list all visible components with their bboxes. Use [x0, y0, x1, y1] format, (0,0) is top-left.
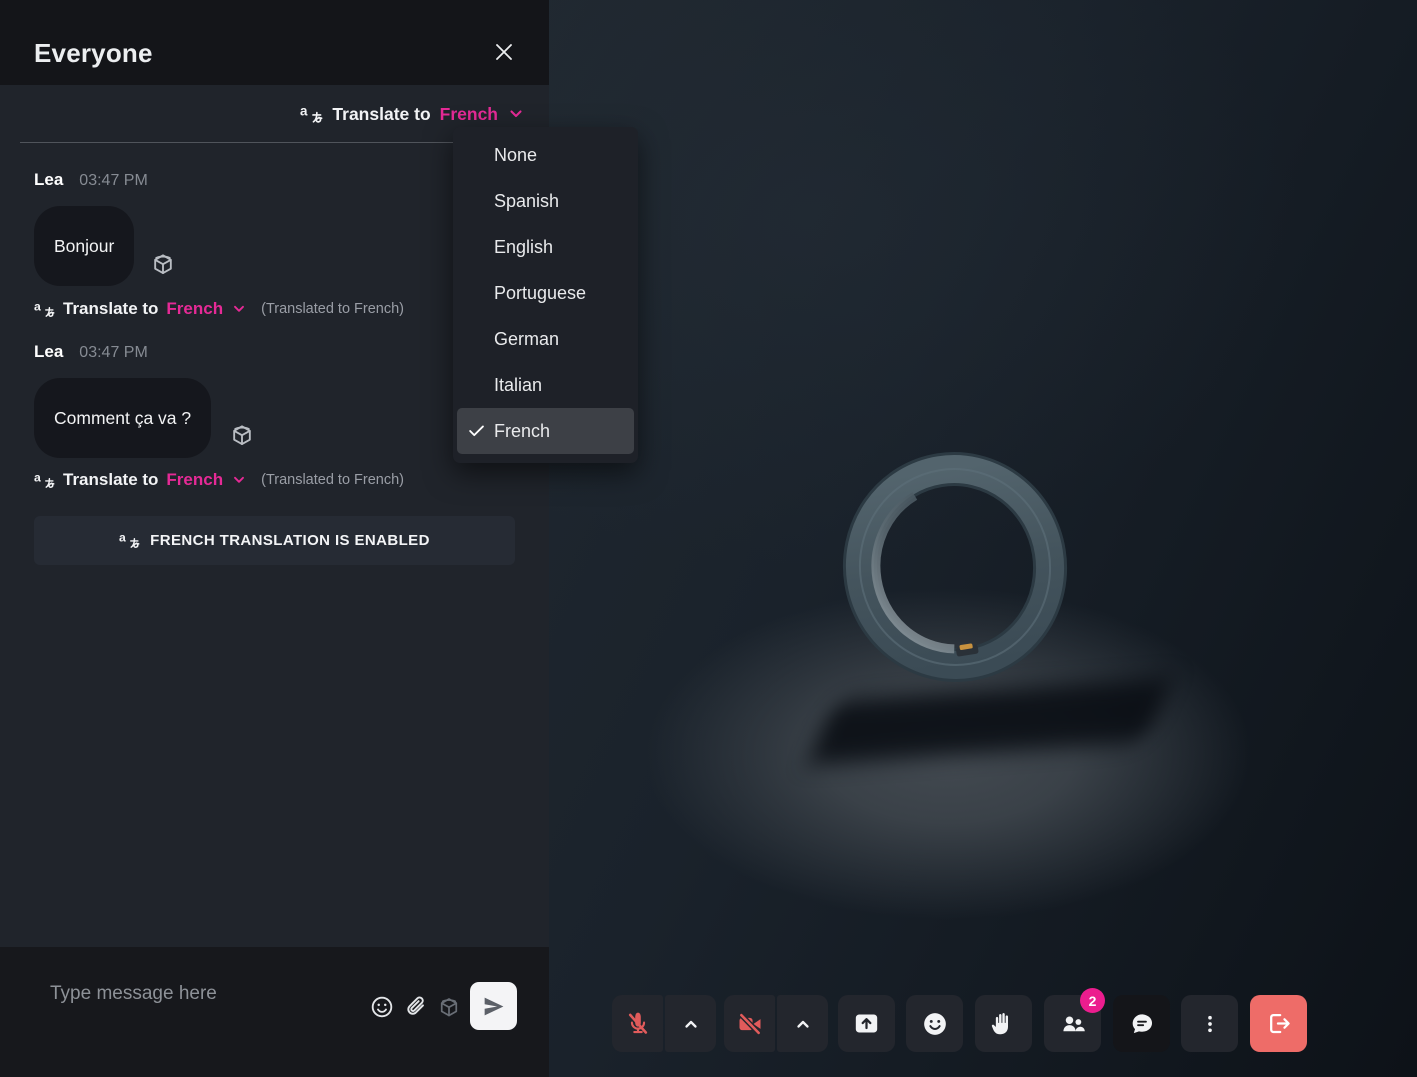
- language-option-label: French: [494, 421, 550, 442]
- view-in-3d-button[interactable]: [228, 421, 256, 449]
- message-bubble: Bonjour: [34, 206, 134, 286]
- message-translate-control[interactable]: Translate to French (Translated to Frenc…: [34, 297, 404, 321]
- paperclip-icon: [404, 994, 430, 1020]
- translate-icon: [34, 470, 55, 491]
- scene-viewport[interactable]: [549, 0, 1417, 1077]
- translate-to-label: Translate to: [63, 299, 158, 319]
- participants-count-badge: 2: [1080, 988, 1105, 1013]
- camera-muted-icon: [736, 1010, 764, 1038]
- message-meta: Lea 03:47 PM: [34, 170, 148, 190]
- translate-icon: [34, 299, 55, 320]
- language-menu: None Spanish English Portuguese German I…: [453, 127, 638, 463]
- leave-call-button[interactable]: [1250, 995, 1307, 1052]
- language-option-label: English: [494, 237, 553, 258]
- mic-control: [612, 995, 716, 1052]
- mic-muted-icon: [624, 1010, 652, 1038]
- language-option-spanish[interactable]: Spanish: [453, 178, 638, 224]
- cube-3d-icon: [149, 250, 177, 278]
- mic-options-button[interactable]: [665, 995, 716, 1052]
- view-in-3d-button[interactable]: [149, 250, 177, 278]
- camera-options-button[interactable]: [777, 995, 828, 1052]
- message-translate-control[interactable]: Translate to French (Translated to Frenc…: [34, 468, 404, 492]
- participants-icon: [1059, 1010, 1087, 1038]
- translate-to-label: Translate to: [332, 104, 430, 125]
- chevron-down-icon: [507, 105, 525, 123]
- chat-title: Everyone: [34, 38, 153, 69]
- language-option-label: Spanish: [494, 191, 559, 212]
- translate-language-value: French: [440, 104, 498, 125]
- language-option-label: Portuguese: [494, 283, 586, 304]
- translate-language-value: French: [166, 470, 223, 490]
- language-option-none[interactable]: None: [453, 132, 638, 178]
- message-author: Lea: [34, 342, 63, 362]
- chat-panel-header: Everyone: [0, 0, 549, 85]
- translation-enabled-banner: FRENCH TRANSLATION IS ENABLED: [34, 516, 515, 565]
- send-icon: [481, 994, 506, 1019]
- cube-3d-icon: [436, 994, 462, 1020]
- message-time: 03:47 PM: [79, 172, 147, 190]
- close-icon: [492, 40, 516, 64]
- more-dots-icon: [1197, 1011, 1223, 1037]
- send-message-button[interactable]: [470, 982, 517, 1030]
- language-option-german[interactable]: German: [453, 316, 638, 362]
- message-bubble: Comment ça va ?: [34, 378, 211, 458]
- translated-note: (Translated to French): [261, 472, 404, 488]
- camera-toggle-button[interactable]: [724, 995, 775, 1052]
- language-option-portuguese[interactable]: Portuguese: [453, 270, 638, 316]
- language-option-french[interactable]: French: [457, 408, 634, 454]
- chevron-up-icon: [791, 1012, 815, 1036]
- cube-3d-icon: [228, 421, 256, 449]
- chat-bubble-icon: [1128, 1010, 1156, 1038]
- insert-3d-object-button[interactable]: [436, 994, 462, 1020]
- message-time: 03:47 PM: [79, 344, 147, 362]
- chevron-down-icon: [231, 301, 247, 317]
- language-option-english[interactable]: English: [453, 224, 638, 270]
- banner-text: FRENCH TRANSLATION IS ENABLED: [150, 532, 430, 549]
- emoji-button[interactable]: [369, 994, 395, 1020]
- language-option-label: Italian: [494, 375, 542, 396]
- close-panel-button[interactable]: [485, 33, 523, 71]
- attach-file-button[interactable]: [404, 994, 430, 1020]
- language-option-italian[interactable]: Italian: [453, 362, 638, 408]
- share-screen-button[interactable]: [838, 995, 895, 1052]
- chat-toggle-button[interactable]: [1113, 995, 1170, 1052]
- mic-mute-button[interactable]: [612, 995, 663, 1052]
- translate-to-label: Translate to: [63, 470, 158, 490]
- smiley-icon: [921, 1010, 949, 1038]
- ring-3d-object: [830, 443, 1080, 691]
- translate-to-dropdown[interactable]: Translate to French: [300, 98, 525, 130]
- share-screen-icon: [853, 1010, 880, 1037]
- translate-icon: [300, 103, 323, 126]
- language-option-label: None: [494, 145, 537, 166]
- smiley-icon: [369, 994, 395, 1020]
- message-meta: Lea 03:47 PM: [34, 342, 148, 362]
- raise-hand-button[interactable]: [975, 995, 1032, 1052]
- chevron-down-icon: [231, 472, 247, 488]
- divider: [20, 142, 457, 143]
- checkmark-icon: [466, 420, 488, 442]
- message-input[interactable]: [48, 975, 352, 1013]
- reactions-button[interactable]: [906, 995, 963, 1052]
- message-author: Lea: [34, 170, 63, 190]
- translate-language-value: French: [166, 299, 223, 319]
- translated-note: (Translated to French): [261, 301, 404, 317]
- raise-hand-icon: [990, 1010, 1017, 1037]
- camera-control: [724, 995, 828, 1052]
- chevron-up-icon: [679, 1012, 703, 1036]
- language-option-label: German: [494, 329, 559, 350]
- more-options-button[interactable]: [1181, 995, 1238, 1052]
- translate-icon: [119, 530, 140, 551]
- leave-call-icon: [1265, 1010, 1292, 1037]
- meeting-app: Everyone Translate to French Lea 03:47 P…: [0, 0, 1417, 1077]
